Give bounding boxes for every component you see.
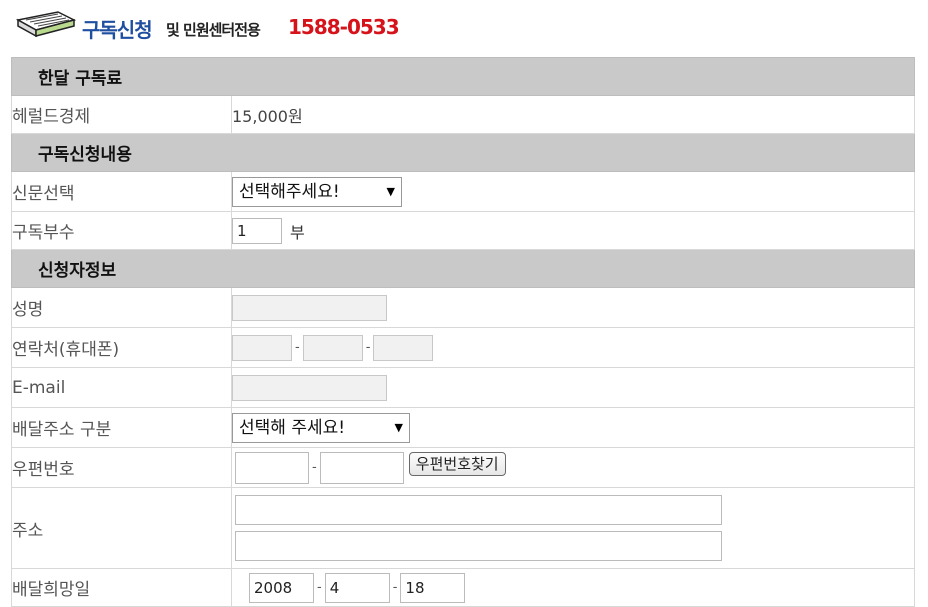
row-name: 성명 bbox=[11, 287, 915, 328]
row-newspaper: 신문선택 선택해주세요! ▼ bbox=[11, 171, 915, 212]
phone-separator: - bbox=[295, 340, 300, 355]
section-fee: 한달 구독료 bbox=[11, 57, 915, 96]
newspaper-select[interactable]: 선택해주세요! ▼ bbox=[232, 176, 402, 207]
section-applicant: 신청자정보 bbox=[11, 249, 915, 288]
name-input[interactable] bbox=[232, 294, 387, 321]
row-delivery-type: 배달주소 구분 선택해 주세요! ▼ bbox=[11, 407, 915, 448]
delivery-day-input[interactable]: 18 bbox=[400, 572, 466, 603]
chevron-down-icon: ▼ bbox=[394, 420, 403, 434]
phone-part3-input[interactable] bbox=[373, 334, 434, 361]
date-separator: - bbox=[392, 580, 398, 595]
section-title: 신청자정보 bbox=[11, 249, 915, 288]
copies-unit: 부 bbox=[290, 222, 305, 242]
page-header: 구독신청 및 민원센터전용 1588-0533 bbox=[14, 6, 914, 42]
phone-separator: - bbox=[365, 340, 371, 355]
find-zipcode-button[interactable]: 우편번호찾기 bbox=[408, 451, 506, 476]
address-line2-input[interactable] bbox=[235, 531, 722, 561]
zipcode-part1-input[interactable] bbox=[235, 451, 309, 484]
fee-value: 15,000원 bbox=[231, 95, 915, 134]
row-address: 주소 bbox=[11, 487, 915, 569]
date-separator: - bbox=[317, 580, 322, 595]
page-title: 구독신청 bbox=[82, 18, 153, 42]
delivery-type-label: 배달주소 구분 bbox=[11, 407, 232, 448]
row-email: E-mail bbox=[11, 367, 915, 408]
row-zipcode: 우편번호 - 우편번호찾기 bbox=[11, 447, 915, 488]
email-label: E-mail bbox=[11, 367, 232, 408]
name-label: 성명 bbox=[11, 287, 232, 328]
address-line1-input[interactable] bbox=[235, 495, 722, 525]
phone-label: 연락처(휴대폰) bbox=[11, 327, 232, 368]
delivery-type-select[interactable]: 선택해 주세요! ▼ bbox=[232, 412, 410, 443]
address-label: 주소 bbox=[11, 487, 232, 569]
copies-input[interactable]: 1 bbox=[232, 217, 282, 244]
phone-part2-input[interactable] bbox=[302, 334, 363, 361]
subscription-form: 한달 구독료 헤럴드경제 15,000원 구독신청내용 신문선택 선택해주세요!… bbox=[11, 57, 915, 607]
fee-label: 헤럴드경제 bbox=[11, 95, 232, 134]
delivery-year-input[interactable]: 2008 bbox=[249, 572, 314, 603]
copies-label: 구독부수 bbox=[11, 211, 232, 250]
section-title: 구독신청내용 bbox=[11, 133, 915, 172]
zipcode-part2-input[interactable] bbox=[319, 451, 404, 484]
newspaper-icon bbox=[15, 11, 77, 38]
zipcode-label: 우편번호 bbox=[11, 447, 232, 488]
delivery-month-input[interactable]: 4 bbox=[324, 572, 390, 603]
section-title: 한달 구독료 bbox=[11, 57, 915, 96]
row-phone: 연락처(휴대폰) - - bbox=[11, 327, 915, 368]
delivery-date-label: 배달희망일 bbox=[11, 568, 232, 607]
chevron-down-icon: ▼ bbox=[386, 184, 395, 198]
support-phone: 1588-0533 bbox=[288, 15, 400, 39]
zipcode-separator: - bbox=[312, 460, 317, 475]
row-delivery-date: 배달희망일 2008-4-18 bbox=[11, 568, 915, 607]
newspaper-label: 신문선택 bbox=[11, 171, 232, 212]
phone-part1-input[interactable] bbox=[232, 334, 292, 361]
page-subtitle: 및 민원센터전용 bbox=[166, 21, 261, 39]
row-copies: 구독부수 1부 bbox=[11, 211, 915, 250]
section-content: 구독신청내용 bbox=[11, 133, 915, 172]
row-fee: 헤럴드경제 15,000원 bbox=[11, 95, 915, 134]
email-input[interactable] bbox=[232, 374, 387, 401]
